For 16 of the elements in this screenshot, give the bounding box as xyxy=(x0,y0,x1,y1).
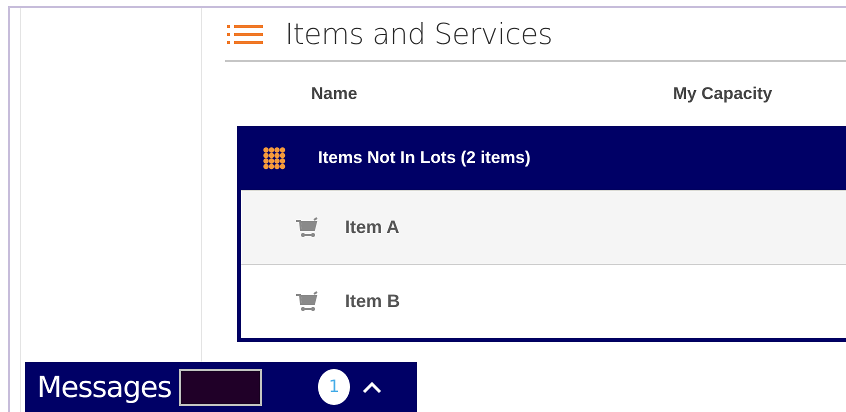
item-name: Item B xyxy=(345,291,400,312)
messages-title: Messages xyxy=(37,370,172,404)
column-header: Name xyxy=(311,84,358,104)
cart-icon xyxy=(295,290,319,312)
table-row[interactable]: Item A xyxy=(241,190,846,264)
item-name: Item A xyxy=(345,217,400,238)
group-row[interactable]: Items Not In Lots (2 items) xyxy=(241,126,846,190)
caret-icon[interactable] xyxy=(362,380,382,394)
column-header: My Capacity xyxy=(673,84,772,104)
count-badge: 1 xyxy=(318,369,350,405)
group-label: Items Not In Lots (2 items) xyxy=(318,148,531,168)
list-icon xyxy=(227,23,263,45)
grid-icon xyxy=(263,146,286,170)
section-title: Items and Services xyxy=(285,17,552,51)
table-row[interactable]: Item B xyxy=(241,264,846,338)
cart-icon xyxy=(295,216,319,238)
